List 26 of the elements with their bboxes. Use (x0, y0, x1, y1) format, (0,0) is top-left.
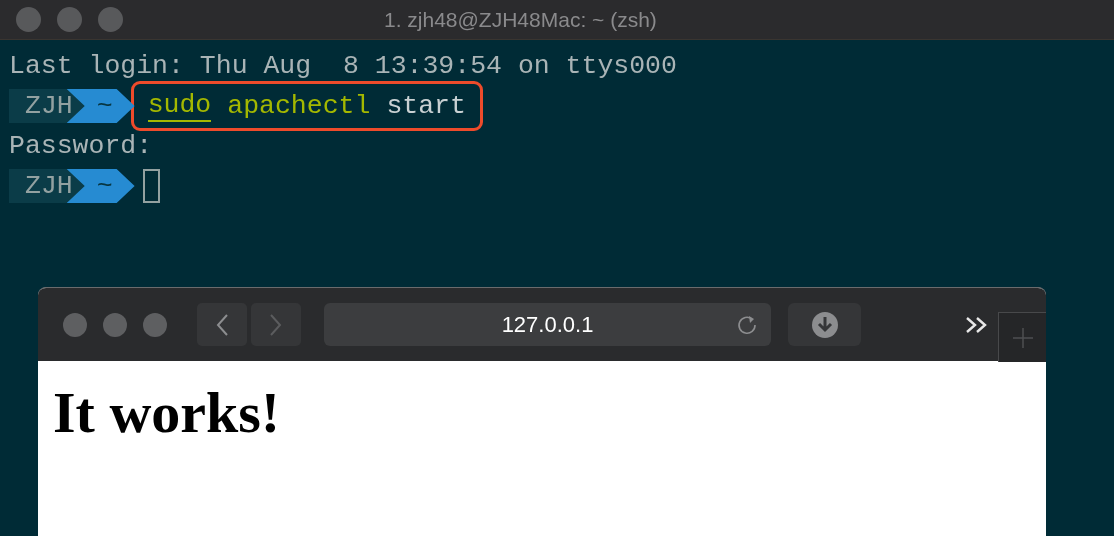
text-cursor (142, 169, 160, 203)
reload-icon[interactable] (735, 313, 759, 337)
plus-icon (1011, 326, 1034, 349)
forward-button[interactable] (251, 303, 301, 346)
chevron-right-icon (269, 312, 283, 337)
window-title: 1. zjh48@ZJH48Mac: ~ (zsh) (384, 6, 657, 33)
window-control[interactable] (143, 312, 167, 337)
terminal-output: Password: (9, 130, 153, 163)
window-control[interactable] (16, 7, 41, 32)
downloads-button[interactable] (788, 303, 861, 346)
window-control[interactable] (103, 312, 127, 337)
window-control[interactable] (63, 312, 87, 337)
terminal-output: Last login: Thu Aug 8 13:39:54 on ttys000 (9, 50, 677, 83)
new-tab-button[interactable] (998, 312, 1046, 362)
page-heading: It works! (53, 381, 282, 445)
back-button[interactable] (197, 303, 247, 346)
address-text: 127.0.0.1 (501, 311, 594, 339)
address-bar[interactable]: 127.0.0.1 (324, 303, 771, 346)
command-token: sudo (147, 90, 212, 122)
command-token: apachectl (227, 90, 371, 123)
window-control[interactable] (98, 7, 123, 32)
command-token: start (386, 90, 466, 123)
double-chevron-icon[interactable] (965, 315, 989, 334)
download-icon (810, 310, 839, 339)
chevron-left-icon (215, 312, 229, 337)
window-control[interactable] (57, 7, 82, 32)
